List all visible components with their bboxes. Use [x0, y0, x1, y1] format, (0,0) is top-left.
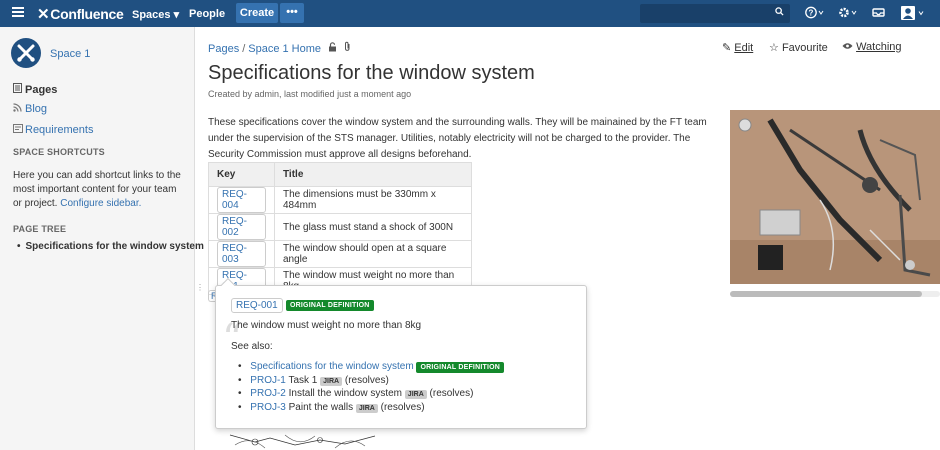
- table-cell-key: REQ-002: [208, 213, 275, 241]
- see-also-list: Specifications for the window system ORI…: [246, 361, 504, 415]
- breadcrumb-pages[interactable]: Pages: [208, 43, 239, 55]
- edit-button[interactable]: ✎ Edit: [722, 41, 753, 54]
- edit-label: Edit: [734, 42, 754, 54]
- blog-icon: [13, 103, 25, 115]
- table-cell-title: The glass must stand a shock of 300N: [274, 213, 472, 241]
- jira-badge: JIRA: [355, 403, 378, 413]
- search-icon: [775, 7, 784, 19]
- search-input[interactable]: [640, 4, 790, 23]
- table-row: REQ-004 The dimensions must be 330mm x 4…: [208, 186, 472, 214]
- issue-relation: (resolves): [342, 374, 389, 386]
- breadcrumb-separator: /: [242, 43, 246, 55]
- table-cell-key: REQ-003: [208, 240, 275, 268]
- unlock-icon[interactable]: [328, 42, 340, 55]
- favourite-label: Favourite: [781, 42, 828, 54]
- help-icon[interactable]: ?: [805, 6, 825, 22]
- sidebar-item-label: Pages: [25, 84, 58, 96]
- scrollbar-thumb[interactable]: [730, 291, 922, 297]
- requirement-popup: “ REQ-001 ORIGINAL DEFINITION The window…: [215, 277, 587, 429]
- table-cell-title: The window should open at a square angle: [274, 240, 472, 268]
- original-definition-badge: ORIGINAL DEFINITION: [286, 300, 374, 311]
- space-sidebar: Space 1 Pages Blog Requirements SPACE SH…: [0, 27, 204, 450]
- table-cell-title: The dimensions must be 330mm x 484mm: [274, 186, 472, 214]
- see-also-link[interactable]: Specifications for the window system: [250, 361, 413, 372]
- window-regulator-image[interactable]: [730, 110, 940, 284]
- jira-issue-link[interactable]: PROJ-3: [250, 402, 286, 413]
- list-item: PROJ-2 Install the window system JIRA (r…: [246, 388, 504, 402]
- page-tree-heading: PAGE TREE: [13, 224, 67, 234]
- requirement-key-link[interactable]: REQ-004: [217, 187, 266, 213]
- original-definition-badge: ORIGINAL DEFINITION: [416, 362, 504, 373]
- popup-description: The window must weight no more than 8kg: [231, 320, 422, 331]
- page-tree-item-label: Specifications for the window system: [25, 241, 204, 252]
- space-shortcuts-heading: SPACE SHORTCUTS: [13, 147, 105, 157]
- shortcuts-help-text: Here you can add shortcut links to the m…: [13, 169, 183, 211]
- menu-icon[interactable]: [12, 7, 24, 19]
- jira-issue-link[interactable]: PROJ-2: [250, 388, 286, 399]
- brand-text: Confluence: [50, 6, 124, 22]
- requirement-key-link[interactable]: REQ-003: [217, 241, 266, 267]
- bullet-icon: •: [17, 241, 21, 252]
- top-navigation-bar: ✕Confluence Spaces ▾ People Create ••• ?: [0, 0, 940, 27]
- table-header-row: Key Title: [208, 162, 472, 187]
- spaces-menu[interactable]: Spaces ▾: [132, 8, 179, 21]
- eye-icon: [842, 41, 856, 53]
- watching-button[interactable]: Watching: [842, 41, 902, 53]
- star-icon: ☆: [769, 42, 779, 54]
- sidebar-item-requirements[interactable]: Requirements: [13, 124, 93, 136]
- requirements-table: Key Title REQ-004 The dimensions must be…: [208, 162, 472, 295]
- configure-sidebar-link[interactable]: Configure sidebar.: [60, 198, 141, 209]
- requirements-icon: [13, 124, 25, 136]
- issue-relation: (resolves): [377, 401, 425, 413]
- issue-relation: (resolves): [426, 388, 474, 399]
- attachment-icon[interactable]: [344, 41, 351, 55]
- breadcrumb: Pages / Space 1 Home: [208, 41, 351, 55]
- confluence-x-icon: ✕: [37, 6, 50, 23]
- space-name-link[interactable]: Space 1: [50, 48, 90, 60]
- sidebar-item-pages[interactable]: Pages: [13, 83, 57, 96]
- confluence-logo[interactable]: ✕Confluence: [37, 5, 124, 23]
- page-byline: Created by admin, last modified just a m…: [208, 89, 412, 99]
- breadcrumb-space-home[interactable]: Space 1 Home: [248, 43, 321, 55]
- sidebar-item-blog[interactable]: Blog: [13, 103, 47, 115]
- technical-diagram-image: [225, 430, 385, 450]
- sidebar-item-label: Blog: [25, 103, 48, 115]
- create-more-button[interactable]: •••: [280, 3, 304, 23]
- sidebar-resize-handle[interactable]: ⋮: [196, 283, 204, 292]
- settings-icon[interactable]: [838, 6, 858, 22]
- create-button[interactable]: Create: [236, 3, 278, 23]
- jira-issue-link[interactable]: PROJ-1: [250, 375, 286, 386]
- intro-paragraph: These specifications cover the window sy…: [208, 117, 707, 160]
- issue-summary: Paint the walls: [285, 401, 356, 413]
- image-scrollbar[interactable]: [730, 291, 940, 297]
- list-item: PROJ-1 Task 1 JIRA (resolves): [246, 375, 504, 389]
- issue-summary: Task 1: [285, 374, 321, 386]
- pages-icon: [13, 83, 25, 96]
- user-avatar-icon[interactable]: [901, 6, 927, 23]
- sidebar-item-label: Requirements: [25, 124, 94, 136]
- list-item: PROJ-3 Paint the walls JIRA (resolves): [246, 402, 504, 416]
- table-row: REQ-002 The glass must stand a shock of …: [208, 213, 472, 241]
- space-logo[interactable]: [11, 38, 41, 68]
- issue-summary: Install the window system: [285, 388, 405, 399]
- see-also-label: See also:: [231, 341, 273, 352]
- popup-requirement-key[interactable]: REQ-001: [231, 298, 283, 313]
- page-tree-item[interactable]: • Specifications for the window system: [17, 241, 204, 252]
- table-cell-key: REQ-004: [208, 186, 275, 214]
- page-title: Specifications for the window system: [208, 62, 535, 84]
- pencil-icon: ✎: [722, 42, 732, 54]
- favourite-button[interactable]: ☆ Favourite: [769, 41, 828, 54]
- svg-text:?: ?: [809, 9, 814, 18]
- requirement-key-link[interactable]: REQ-002: [217, 214, 266, 240]
- column-header-key: Key: [208, 162, 275, 187]
- jira-badge: JIRA: [320, 376, 343, 386]
- column-header-title: Title: [274, 162, 472, 187]
- notifications-icon[interactable]: [872, 6, 885, 22]
- table-row: REQ-003 The window should open at a squa…: [208, 240, 472, 268]
- list-item: Specifications for the window system ORI…: [246, 361, 504, 375]
- people-link[interactable]: People: [189, 8, 225, 20]
- watching-label: Watching: [856, 41, 902, 53]
- jira-badge: JIRA: [404, 390, 427, 399]
